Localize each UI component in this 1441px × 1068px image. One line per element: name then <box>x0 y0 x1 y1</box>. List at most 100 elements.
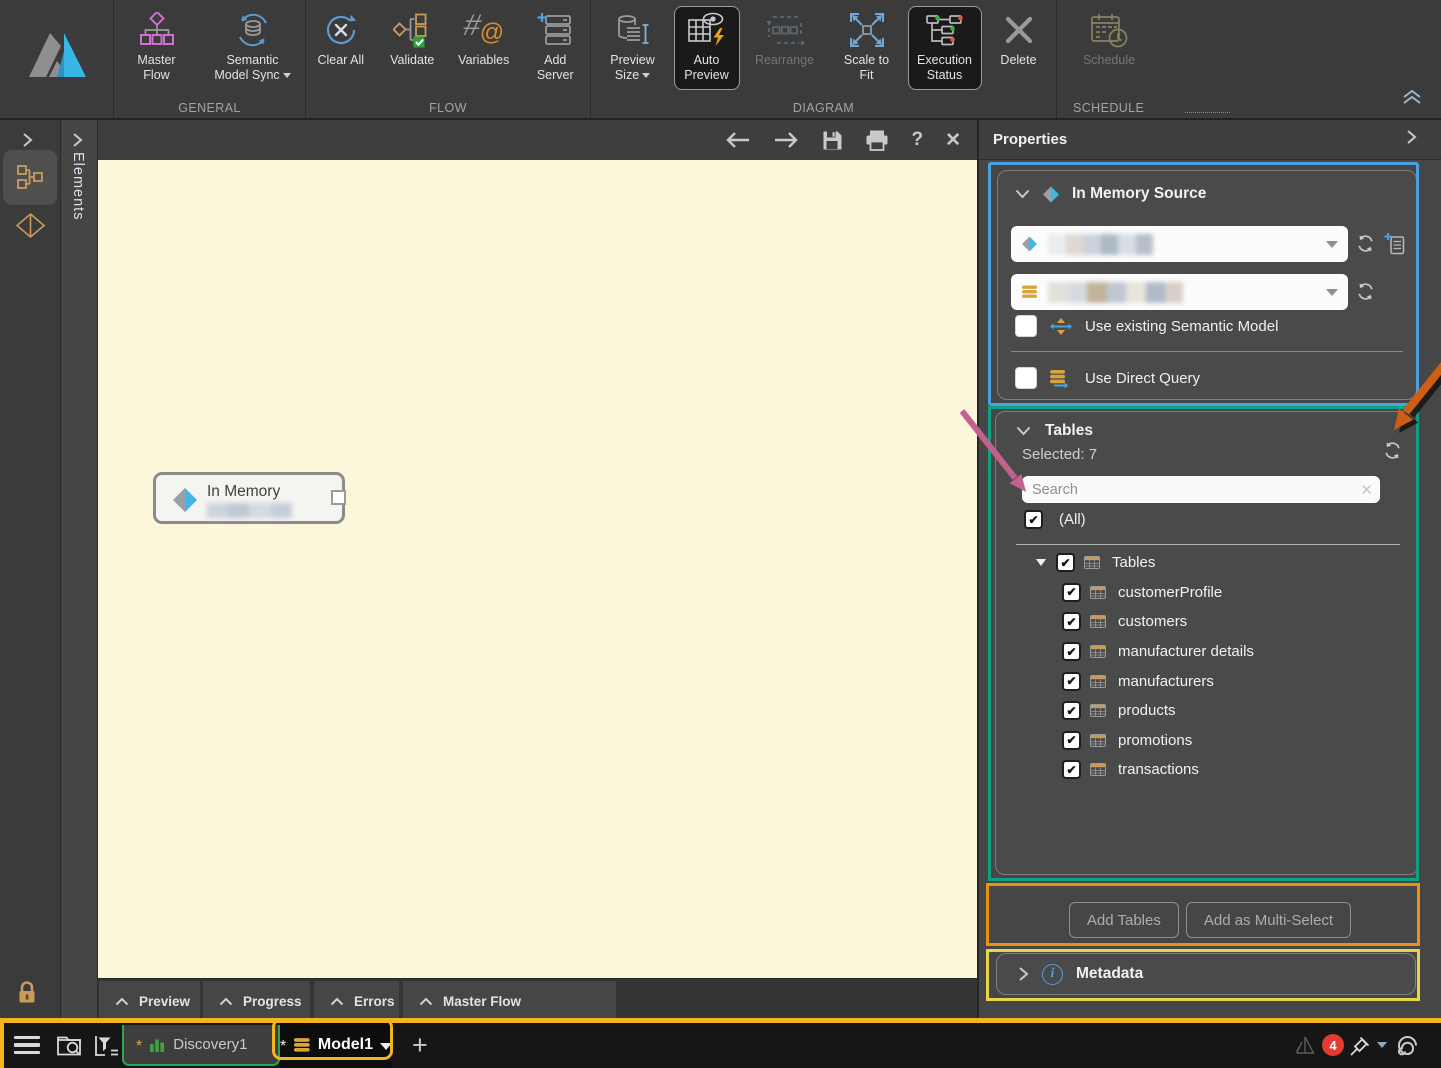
tables-root-checkbox[interactable] <box>1056 553 1075 572</box>
redo-button[interactable] <box>773 131 800 149</box>
scale-to-fit-button[interactable]: Scale to Fit <box>830 6 904 90</box>
expand-elements-button[interactable] <box>72 132 84 153</box>
print-button[interactable] <box>865 130 889 151</box>
delete-button[interactable]: Delete <box>986 6 1052 75</box>
add-list-icon <box>1384 232 1405 255</box>
table-checkbox[interactable] <box>1062 731 1081 750</box>
arrow-right-icon <box>773 131 800 149</box>
tab-errors[interactable]: Errors <box>314 981 399 1021</box>
table-checkbox[interactable] <box>1062 612 1081 631</box>
table-row[interactable]: products <box>996 696 1412 726</box>
use-direct-query-checkbox[interactable] <box>1015 367 1037 389</box>
tab-master-flow[interactable]: Master Flow <box>403 981 616 1021</box>
rearrange-button[interactable]: Rearrange <box>744 6 826 75</box>
tree-root-row[interactable]: Tables <box>996 548 1412 578</box>
close-canvas-button[interactable]: ✕ <box>945 129 961 152</box>
table-search-input[interactable] <box>1022 476 1380 503</box>
chevron-down-icon <box>1015 189 1030 199</box>
content-explorer-button[interactable] <box>56 1022 83 1068</box>
execution-status-button[interactable]: Execution Status <box>908 6 982 90</box>
database-icon <box>1021 285 1038 300</box>
new-tab-button[interactable]: + <box>406 1022 434 1068</box>
in-memory-source-header[interactable]: In Memory Source <box>998 171 1416 203</box>
table-checkbox[interactable] <box>1062 672 1081 691</box>
table-row[interactable]: customerProfile <box>996 578 1412 608</box>
pin-menu-button[interactable] <box>1377 1022 1387 1068</box>
auto-preview-button[interactable]: Auto Preview <box>674 6 740 90</box>
tab-progress[interactable]: Progress <box>203 981 310 1021</box>
table-row[interactable]: transactions <box>996 755 1412 785</box>
flow-canvas[interactable]: In Memory <box>98 160 977 978</box>
table-row[interactable]: promotions <box>996 726 1412 756</box>
notification-badge[interactable]: 4 <box>1322 1034 1344 1056</box>
unsaved-marker: * <box>280 1038 286 1056</box>
tree-expand-caret-icon[interactable] <box>1036 559 1046 566</box>
master-flow-button[interactable]: Master Flow <box>115 6 199 90</box>
table-icon <box>1090 704 1106 717</box>
dropdown-caret-icon <box>1326 289 1338 296</box>
help-button[interactable]: ? <box>911 129 923 151</box>
select-all-label: (All) <box>1059 511 1086 528</box>
validate-button[interactable]: Validate <box>378 6 448 75</box>
table-checkbox[interactable] <box>1062 701 1081 720</box>
table-icon <box>1090 675 1106 688</box>
table-checkbox[interactable] <box>1062 583 1081 602</box>
table-checkbox[interactable] <box>1062 760 1081 779</box>
direct-query-icon <box>1049 369 1073 388</box>
rail-item-flow-selected[interactable] <box>3 150 57 205</box>
variables-button[interactable]: #@ Variables <box>449 6 519 75</box>
left-rail <box>0 120 60 1022</box>
save-button[interactable] <box>822 130 843 151</box>
semantic-model-sync-button[interactable]: Semantic Model Sync <box>201 6 305 90</box>
add-as-multi-select-button[interactable]: Add as Multi-Select <box>1186 902 1351 938</box>
metadata-section[interactable]: i Metadata <box>996 953 1416 995</box>
tab-model1-active[interactable]: * Model1 <box>280 1022 392 1068</box>
refresh-icon <box>1355 281 1376 302</box>
collapse-panel-button[interactable] <box>1406 129 1417 150</box>
refresh-databases-button[interactable] <box>1355 281 1376 307</box>
pyramid-logo-icon <box>19 21 95 97</box>
refresh-servers-button[interactable] <box>1355 233 1376 259</box>
clear-all-button[interactable]: Clear All <box>306 6 376 75</box>
tables-header[interactable]: Tables <box>996 412 1418 440</box>
schedule-label: Schedule <box>1083 53 1135 68</box>
clear-search-icon[interactable]: ✕ <box>1360 481 1373 499</box>
server-select[interactable] <box>1011 226 1348 262</box>
add-server-inline-button[interactable] <box>1384 232 1405 260</box>
table-row[interactable]: customers <box>996 607 1412 637</box>
tables-section: Tables Selected: 7 ✕ (All) <box>995 411 1419 875</box>
table-checkbox[interactable] <box>1062 642 1081 661</box>
add-server-button[interactable]: Add Server <box>521 6 591 90</box>
use-existing-checkbox[interactable] <box>1015 315 1037 337</box>
app-logo[interactable] <box>0 0 113 118</box>
database-select[interactable] <box>1011 274 1348 310</box>
table-label: manufacturer details <box>1118 643 1254 660</box>
auto-preview-label: Auto Preview <box>681 53 733 83</box>
chevron-right-icon <box>22 132 34 148</box>
select-all-checkbox[interactable] <box>1024 510 1043 529</box>
lock-icon[interactable] <box>16 980 38 1010</box>
in-memory-node[interactable]: In Memory <box>153 472 345 524</box>
variables-label: Variables <box>458 53 509 68</box>
refresh-tables-button[interactable] <box>1382 440 1403 466</box>
tab-discovery1[interactable]: * Discovery1 <box>122 1025 280 1066</box>
add-tables-button[interactable]: Add Tables <box>1069 902 1179 938</box>
spiral-button[interactable] <box>1394 1022 1421 1068</box>
delete-icon <box>1003 9 1035 51</box>
rearrange-label: Rearrange <box>755 53 814 68</box>
dropdown-caret-icon <box>1326 241 1338 248</box>
preview-size-button[interactable]: Preview Size <box>596 6 670 90</box>
filter-view-button[interactable] <box>94 1022 121 1068</box>
undo-button[interactable] <box>724 131 751 149</box>
schedule-button[interactable]: Schedule <box>1069 6 1149 75</box>
tab-menu-caret-icon[interactable] <box>380 1043 392 1050</box>
table-row[interactable]: manufacturer details <box>996 637 1412 667</box>
rail-item-model[interactable] <box>15 212 46 244</box>
table-row[interactable]: manufacturers <box>996 666 1412 696</box>
pin-button[interactable] <box>1348 1022 1373 1068</box>
auto-preview-icon <box>687 9 727 51</box>
node-output-port[interactable] <box>331 490 346 505</box>
collapse-ribbon-button[interactable] <box>1401 89 1423 110</box>
menu-button[interactable] <box>14 1022 40 1068</box>
tab-preview[interactable]: Preview <box>99 981 200 1021</box>
